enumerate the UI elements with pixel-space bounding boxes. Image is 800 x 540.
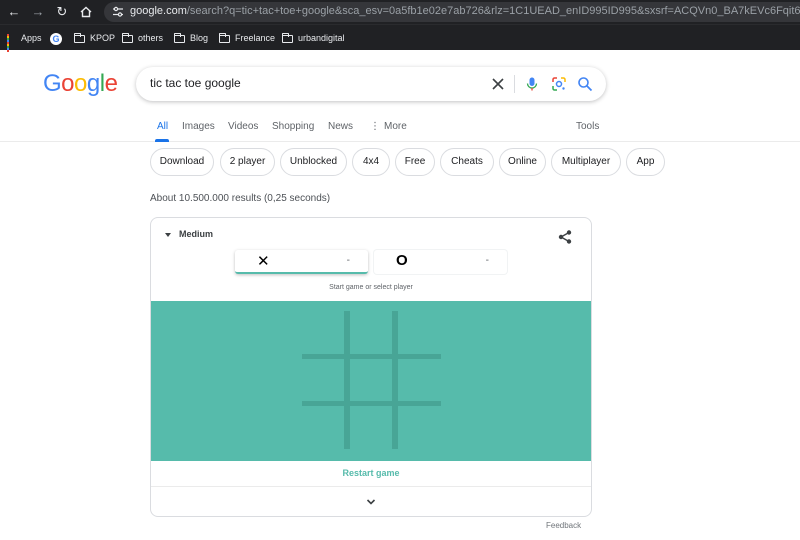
board-cell[interactable] xyxy=(350,311,392,354)
tic-tac-toe-card: Medium ✕ - O - Start game or select play… xyxy=(150,217,592,517)
bookmark-label: others xyxy=(138,33,164,43)
board-cell[interactable] xyxy=(350,406,392,449)
chip-download[interactable]: Download xyxy=(150,148,214,176)
chip-4x4[interactable]: 4x4 xyxy=(352,148,390,176)
search-input[interactable]: tic tac toe google xyxy=(150,76,241,90)
player-o-button[interactable]: O - xyxy=(374,250,507,274)
difficulty-dropdown[interactable]: Medium xyxy=(165,229,213,239)
folder-icon xyxy=(174,32,185,43)
game-board xyxy=(151,301,591,461)
feedback-link[interactable]: Feedback xyxy=(546,521,581,530)
bookmark-label: Blog xyxy=(190,33,209,43)
home-icon[interactable] xyxy=(78,4,94,20)
chip-multiplayer[interactable]: Multiplayer xyxy=(551,148,621,176)
board-cell[interactable] xyxy=(302,406,344,449)
logo-letter: g xyxy=(86,70,100,97)
bookmark-kpop[interactable]: KPOP xyxy=(74,31,115,45)
tab-videos[interactable]: Videos xyxy=(228,121,258,132)
bookmark-blog[interactable]: Blog xyxy=(174,31,208,45)
bookmark-urbandigital[interactable]: urbandigital xyxy=(282,31,345,45)
clear-icon[interactable] xyxy=(490,76,506,92)
logo-letter: e xyxy=(104,70,118,97)
folder-icon xyxy=(282,32,293,43)
chip-online[interactable]: Online xyxy=(499,148,546,176)
board-cell[interactable] xyxy=(350,359,392,401)
difficulty-label: Medium xyxy=(179,229,214,239)
board-cell[interactable] xyxy=(302,359,344,401)
bookmark-google[interactable]: G xyxy=(50,31,67,45)
url-path: /search?q=tic+tac+toe+google&sca_esv=0a5… xyxy=(186,5,800,17)
chip-cheats[interactable]: Cheats xyxy=(440,148,494,176)
chip-app[interactable]: App xyxy=(626,148,665,176)
apps-grid-icon xyxy=(7,34,16,53)
tab-images[interactable]: Images xyxy=(182,121,215,132)
microphone-icon[interactable] xyxy=(524,76,540,92)
logo-letter: o xyxy=(74,70,87,97)
back-icon[interactable]: ← xyxy=(6,4,22,20)
bookmark-label: urbandigital xyxy=(298,33,345,43)
bookmark-label: Apps xyxy=(21,33,42,43)
chip-unblocked[interactable]: Unblocked xyxy=(280,148,347,176)
search-icon[interactable] xyxy=(577,76,593,92)
more-dots-icon: ⋮ xyxy=(370,121,380,132)
bookmark-label: Freelance xyxy=(235,33,276,43)
bookmark-freelance[interactable]: Freelance xyxy=(219,31,275,45)
player-x-button[interactable]: ✕ - xyxy=(235,250,368,274)
player-o-score: - xyxy=(485,255,489,266)
folder-icon xyxy=(74,32,85,43)
folder-icon xyxy=(122,32,133,43)
logo-letter: G xyxy=(43,70,62,97)
reload-icon[interactable]: ↻ xyxy=(54,4,70,20)
lens-icon[interactable] xyxy=(551,76,567,92)
url-host: google.com xyxy=(130,5,187,17)
bookmark-label: KPOP xyxy=(90,33,116,43)
game-hint: Start game or select player xyxy=(329,284,413,291)
expand-button[interactable] xyxy=(151,486,591,516)
site-info-icon[interactable] xyxy=(112,6,124,18)
restart-game-button[interactable]: Restart game xyxy=(151,461,591,485)
browser-toolbar: ← → ↻ google.com/search?q=tic+tac+toe+go… xyxy=(0,0,800,24)
tab-news[interactable]: News xyxy=(328,121,353,132)
chip-free[interactable]: Free xyxy=(395,148,435,176)
tab-all[interactable]: All xyxy=(157,121,168,132)
forward-icon[interactable]: → xyxy=(30,4,46,20)
search-tabs: All Images Videos Shopping News ⋮ More To… xyxy=(0,112,800,142)
active-tab-indicator xyxy=(155,139,169,142)
board-cell[interactable] xyxy=(302,311,344,354)
chevron-down-icon xyxy=(366,499,376,505)
divider xyxy=(514,75,515,93)
logo-letter: o xyxy=(61,70,75,97)
tab-more-label: More xyxy=(384,121,407,132)
bookmark-others[interactable]: others xyxy=(122,31,163,45)
folder-icon xyxy=(219,32,230,43)
result-stats: About 10.500.000 results (0,25 seconds) xyxy=(150,193,331,204)
tab-tools[interactable]: Tools xyxy=(576,121,599,132)
address-bar[interactable]: google.com/search?q=tic+tac+toe+google&s… xyxy=(104,2,800,22)
board-cell[interactable] xyxy=(398,359,441,401)
board-cell[interactable] xyxy=(398,406,441,449)
board-cell[interactable] xyxy=(398,311,441,354)
bookmarks-bar: Apps G KPOP others Blog Freelance urband… xyxy=(0,24,800,53)
chip-2-player[interactable]: 2 player xyxy=(220,148,275,176)
tab-more[interactable]: ⋮ More xyxy=(370,121,407,132)
tab-shopping[interactable]: Shopping xyxy=(272,121,314,132)
google-logo[interactable]: Google xyxy=(43,70,118,98)
search-box[interactable]: tic tac toe google xyxy=(136,67,606,101)
x-mark-icon: ✕ xyxy=(257,253,270,270)
player-x-score: - xyxy=(346,255,350,266)
bookmark-apps[interactable]: Apps xyxy=(7,31,42,53)
o-mark-icon: O xyxy=(396,252,408,269)
caret-down-icon xyxy=(165,232,171,237)
share-icon[interactable] xyxy=(557,229,573,245)
google-icon: G xyxy=(50,32,62,45)
url-text: google.com/search?q=tic+tac+toe+google&s… xyxy=(130,5,800,17)
